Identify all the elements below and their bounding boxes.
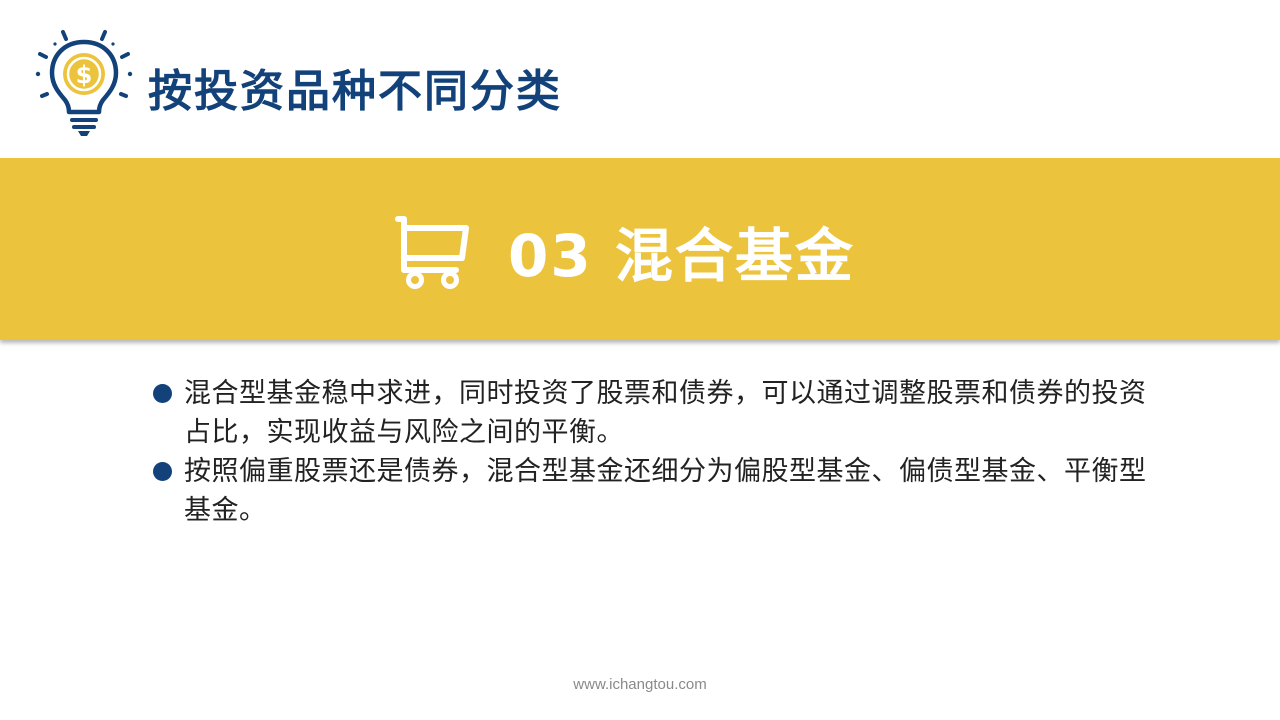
shopping-cart-icon [395,216,469,289]
bullet-dot-icon [153,462,172,481]
footer-url: www.ichangtou.com [573,676,707,693]
bullet-list: 混合型基金稳中求进，同时投资了股票和债券，可以通过调整股票和债券的投资占比，实现… [152,374,1152,530]
list-item: 混合型基金稳中求进，同时投资了股票和债券，可以通过调整股票和债券的投资占比，实现… [152,374,1152,452]
bullet-dot-icon [153,384,172,403]
svg-text:$: $ [76,61,93,89]
slide: $ 按投资品种不同分类 03 混合基金 混合型基金稳中求进，同时投资了股票和债券… [0,0,1280,720]
list-item: 按照偏重股票还是债券，混合型基金还细分为偏股型基金、偏债型基金、平衡型基金。 [152,452,1152,530]
lightbulb-dollar-icon: $ [35,30,133,136]
bullet-text: 混合型基金稳中求进，同时投资了股票和债券，可以通过调整股票和债券的投资占比，实现… [184,378,1147,448]
bullet-text: 按照偏重股票还是债券，混合型基金还细分为偏股型基金、偏债型基金、平衡型基金。 [184,456,1147,526]
page-title: 按投资品种不同分类 [148,66,562,117]
section-title: 03 混合基金 [508,222,855,290]
